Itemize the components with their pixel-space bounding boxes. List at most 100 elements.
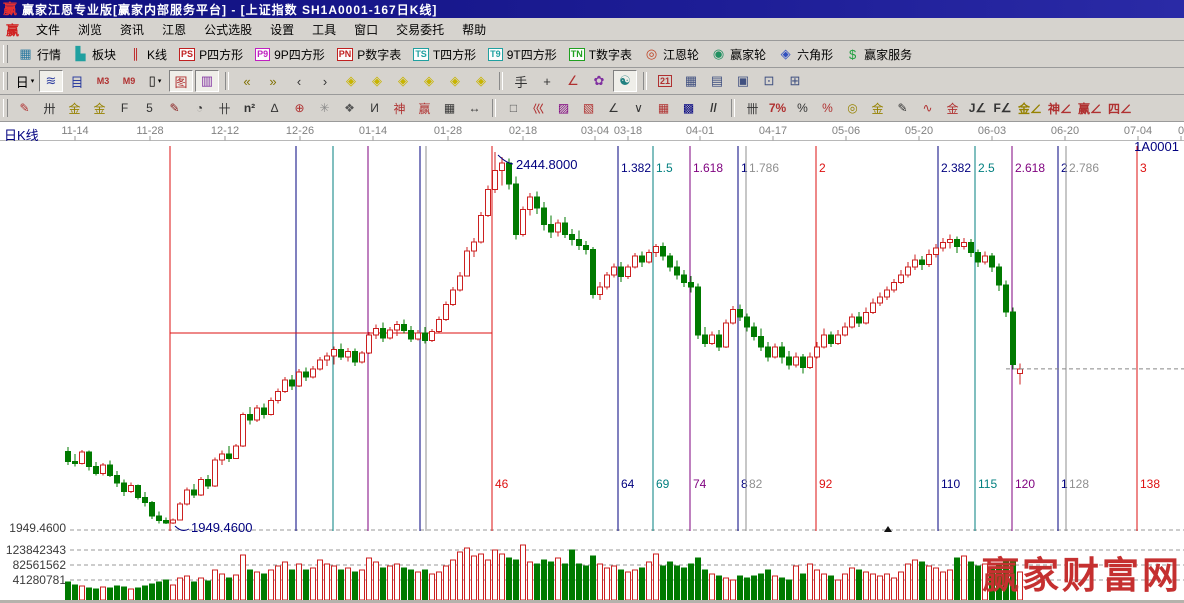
notes-button[interactable]: ▤ (705, 70, 729, 92)
number-grid-tool[interactable]: ▦ (438, 98, 461, 119)
fan-box-purple-tool[interactable]: ▨ (552, 98, 575, 119)
angle-measure-tool[interactable]: ∠ (561, 70, 585, 92)
ratio-panel-tool[interactable]: 卌 (741, 98, 764, 119)
box-tool[interactable]: □ (502, 98, 525, 119)
9p-square-button[interactable]: P9 9P四方形 (249, 44, 331, 65)
gann-price-ruler[interactable]: 卅 (38, 98, 61, 119)
gold-box-tool[interactable]: 金 (941, 98, 964, 119)
pen-tool[interactable]: ✎ (13, 98, 36, 119)
angle-draw-tool[interactable]: ∆ (263, 98, 286, 119)
print-button[interactable]: ⊞ (783, 70, 807, 92)
ying-grid-tool[interactable]: 赢 (413, 98, 436, 119)
angle-j-tool[interactable]: J∠ (966, 98, 989, 119)
grid-navy-tool[interactable]: ▩ (677, 98, 700, 119)
shen-grid-tool[interactable]: 神 (388, 98, 411, 119)
quotes-button[interactable]: ▦ 行情 (12, 44, 67, 65)
angle-shen-tool[interactable]: 神∠ (1046, 98, 1074, 119)
percent-7-tool[interactable]: 7% (766, 98, 789, 119)
percent-tool[interactable]: % (791, 98, 814, 119)
v-lines-tool[interactable]: ∨ (627, 98, 650, 119)
swing-mark-tool[interactable]: И (363, 98, 386, 119)
zoom-out-diamond[interactable]: ◈ (443, 70, 467, 92)
indicator-style-toggle[interactable]: ▥ (195, 70, 219, 92)
9t-square-button[interactable]: T9 9T四方形 (482, 44, 563, 65)
kline-button[interactable]: ∥ K线 (122, 44, 173, 65)
chart-area[interactable]: 日K线 1A0001 11-14 11-28 12-12 12-26 01-14 01-2… (0, 122, 1184, 600)
pan-right-diamond[interactable]: ◈ (365, 70, 389, 92)
ma-line-9[interactable]: M9 (117, 70, 141, 92)
menu-item[interactable]: 文件 (27, 19, 69, 40)
menu-item[interactable]: 帮助 (453, 19, 495, 40)
toolbar-grip[interactable] (3, 45, 8, 63)
titlebar[interactable]: 赢 赢家江恩专业版[赢家内部服务平台] - [上证指数 SH1A0001-167… (0, 0, 1184, 18)
info-panel-toggle[interactable]: 目 (65, 70, 89, 92)
five-ruler[interactable]: 5 (138, 98, 161, 119)
angle-gold-tool[interactable]: 金∠ (1016, 98, 1044, 119)
hand-tool[interactable]: 手 (509, 70, 533, 92)
winner-service-button[interactable]: $ 赢家服务 (839, 44, 918, 65)
jump-last-button[interactable]: » (261, 70, 285, 92)
crosshair-tool[interactable]: + (535, 70, 559, 92)
candle-style-selector[interactable]: ▯ ▾ (143, 70, 167, 92)
zoom-reset-diamond[interactable]: ◈ (469, 70, 493, 92)
pen-tool-2[interactable]: ✎ (163, 98, 186, 119)
step-back-button[interactable]: ‹ (287, 70, 311, 92)
count-ruler[interactable]: 卄 (213, 98, 236, 119)
grid-red-tool[interactable]: ▦ (652, 98, 675, 119)
angle-lines-tool[interactable]: ∠ (602, 98, 625, 119)
angle-si-tool[interactable]: 四∠ (1106, 98, 1134, 119)
gold-ratio-ruler[interactable]: 金 (63, 98, 86, 119)
fan-box-red-tool[interactable]: ▧ (577, 98, 600, 119)
parallel-lines-tool[interactable]: // (702, 98, 725, 119)
gann-circle-tool[interactable]: ⊕ (288, 98, 311, 119)
gann-flower-tool[interactable]: ✿ (587, 70, 611, 92)
step-forward-button[interactable]: › (313, 70, 337, 92)
toolbar-grip[interactable] (3, 99, 8, 117)
mark-pen-tool[interactable]: ✎ (891, 98, 914, 119)
gold-circle-tool[interactable]: ◎ (841, 98, 864, 119)
jump-first-button[interactable]: « (235, 70, 259, 92)
calculator-button[interactable]: ▦ (679, 70, 703, 92)
p-square-button[interactable]: PS P四方形 (173, 44, 249, 65)
chart-style-toggle[interactable]: ≋ (39, 70, 63, 92)
gann-wheel-button[interactable]: ◎ 江恩轮 (638, 44, 705, 65)
pattern-overlay-toggle[interactable]: 图 (169, 70, 193, 92)
t-square-button[interactable]: TS T四方形 (407, 44, 482, 65)
pan-left-diamond[interactable]: ◈ (339, 70, 363, 92)
n-square-tool[interactable]: n² (238, 98, 261, 119)
t-number-button[interactable]: TN T数字表 (563, 44, 638, 65)
percent-line-tool[interactable]: % (816, 98, 839, 119)
menu-item[interactable]: 浏览 (69, 19, 111, 40)
calendar-button[interactable]: 21 (653, 70, 677, 92)
gold-line-tool[interactable]: 金 (866, 98, 889, 119)
gann-wheel-tool[interactable]: ☯ (613, 70, 637, 92)
angle-f-tool[interactable]: F∠ (991, 98, 1014, 119)
toolbar-grip[interactable] (3, 72, 8, 90)
angle-ying-tool[interactable]: 赢∠ (1076, 98, 1104, 119)
hexagon-button[interactable]: ◈ 六角形 (772, 44, 839, 65)
span-arrow-tool[interactable]: ↔ (463, 98, 486, 119)
expand-horizontal-diamond[interactable]: ◈ (391, 70, 415, 92)
sectors-button[interactable]: ▙ 板块 (67, 44, 122, 65)
save-button[interactable]: ▣ (731, 70, 755, 92)
winner-wheel-button[interactable]: ◉ 赢家轮 (705, 44, 772, 65)
compass-tool[interactable]: ✳ (313, 98, 336, 119)
p-number-button[interactable]: PN P数字表 (331, 44, 408, 65)
menu-item[interactable]: 工具 (303, 19, 345, 40)
period-daily-selector[interactable]: 日 ▾ (13, 70, 37, 92)
compass-grid-tool[interactable]: ❖ (338, 98, 361, 119)
kline-plot[interactable]: 461.382641.5691.61874181.786822922.38211… (0, 122, 1184, 600)
fan-lines-tool[interactable]: 巛 (527, 98, 550, 119)
fib-ruler[interactable]: F (113, 98, 136, 119)
wave-tool[interactable]: ∿ (916, 98, 939, 119)
menu-item[interactable]: 资讯 (111, 19, 153, 40)
menu-item[interactable]: 窗口 (345, 19, 387, 40)
ma-line-3[interactable]: M3 (91, 70, 115, 92)
network-button[interactable]: ⊡ (757, 70, 781, 92)
menu-item[interactable]: 设置 (261, 19, 303, 40)
menu-item[interactable]: 江恩 (153, 19, 195, 40)
time-cycle-tool[interactable]: ◔ (188, 98, 211, 119)
menu-item[interactable]: 交易委托 (387, 19, 453, 40)
zoom-in-diamond[interactable]: ◈ (417, 70, 441, 92)
menu-item[interactable]: 公式选股 (195, 19, 261, 40)
